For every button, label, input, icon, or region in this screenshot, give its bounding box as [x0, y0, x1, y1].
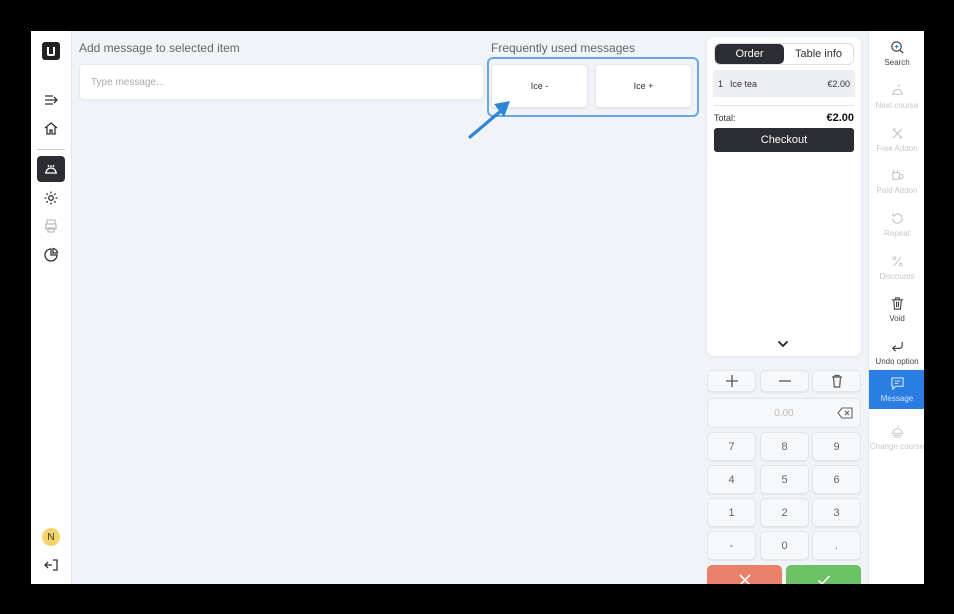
orders-icon[interactable]	[37, 156, 65, 182]
close-icon	[738, 574, 751, 584]
keypad-key[interactable]: 4	[707, 465, 756, 494]
void-label: Void	[889, 313, 905, 323]
repeat-button: Repeat	[869, 204, 924, 244]
order-item-price: €2.00	[827, 78, 850, 89]
settings-icon[interactable]	[37, 185, 65, 211]
trash-icon	[831, 374, 842, 388]
confirm-button[interactable]	[786, 565, 861, 584]
collapse-menu-icon[interactable]	[37, 87, 65, 113]
change-course-button: Change course	[869, 417, 924, 457]
increase-quantity-button[interactable]	[707, 370, 756, 392]
keypad-key[interactable]: 8	[760, 432, 809, 461]
order-panel: Order Table info 1 Ice tea €2.00 Total: …	[707, 37, 861, 356]
discounts-button: Discounts	[869, 247, 924, 287]
device-frame: N Add message to selected item Frequentl…	[0, 0, 954, 614]
total-value: €2.00	[826, 112, 854, 124]
logo-icon	[42, 42, 60, 60]
avatar[interactable]: N	[42, 528, 60, 546]
backspace-icon[interactable]	[837, 407, 853, 419]
pointer-arrow-icon	[468, 101, 510, 139]
message-panel-title: Add message to selected item	[79, 41, 240, 55]
keypad-key[interactable]: 7	[707, 432, 756, 461]
trash-icon	[891, 296, 903, 310]
discounts-label: Discounts	[879, 271, 915, 281]
keypad-key[interactable]: 9	[812, 432, 861, 461]
checkout-button[interactable]: Checkout	[714, 128, 854, 152]
plus-icon	[725, 375, 738, 387]
message-input[interactable]	[79, 64, 484, 100]
keypad-key[interactable]: 5	[760, 465, 809, 494]
search-button[interactable]: Search	[869, 33, 924, 73]
order-total: Total: €2.00	[714, 112, 854, 124]
frequent-messages-title: Frequently used messages	[491, 41, 636, 55]
keypad-key[interactable]: 0	[760, 531, 809, 560]
void-button[interactable]: Void	[869, 289, 924, 329]
tab-table-info[interactable]: Table info	[784, 44, 853, 64]
repeat-label: Repeat	[884, 228, 910, 238]
logout-icon[interactable]	[37, 552, 65, 578]
order-tabs: Order Table info	[714, 43, 854, 65]
paid-addon-button: Paid Addon	[869, 161, 924, 201]
next-course-button: Next course	[869, 76, 924, 116]
search-icon	[890, 40, 904, 54]
printer-icon	[37, 213, 65, 239]
total-divider	[714, 105, 854, 106]
home-icon[interactable]	[37, 115, 65, 141]
right-toolbar: Search Next course Free Addon Paid Addon…	[868, 31, 924, 584]
minus-icon	[778, 380, 791, 382]
chevron-down-icon[interactable]	[776, 339, 790, 349]
total-label: Total:	[714, 113, 736, 123]
message-button[interactable]: Message	[869, 370, 924, 409]
free-addon-button: Free Addon	[869, 119, 924, 159]
percent-icon	[891, 255, 903, 267]
decrease-quantity-button[interactable]	[760, 370, 809, 392]
order-item-name: Ice tea	[730, 78, 758, 89]
keypad-key[interactable]: 6	[812, 465, 861, 494]
free-addon-label: Free Addon	[876, 143, 918, 153]
next-course-icon	[891, 83, 903, 95]
app-screen: N Add message to selected item Frequentl…	[31, 31, 924, 584]
paid-addon-icon	[891, 169, 904, 180]
delete-item-button[interactable]	[812, 370, 861, 392]
undo-option-label: Undo option	[875, 356, 919, 366]
search-label: Search	[884, 57, 910, 67]
order-item-qty: 1	[718, 78, 724, 89]
change-course-icon	[891, 424, 903, 438]
cancel-button[interactable]	[707, 565, 782, 584]
nav-divider	[37, 149, 65, 150]
message-icon	[890, 377, 904, 391]
tab-order[interactable]: Order	[715, 44, 784, 64]
left-nav: N	[31, 31, 72, 584]
keypad-key[interactable]: 3	[812, 498, 861, 527]
repeat-icon	[891, 212, 903, 224]
undo-option-button[interactable]: Undo option	[869, 332, 924, 372]
keypad-key[interactable]: -	[707, 531, 756, 560]
keypad-display: 0.00	[707, 398, 861, 428]
change-course-label: Change course	[869, 441, 924, 451]
next-course-label: Next course	[875, 100, 919, 110]
check-icon	[817, 575, 830, 584]
paid-addon-label: Paid Addon	[876, 185, 918, 195]
frequent-message-button[interactable]: Ice +	[595, 64, 692, 108]
reports-icon[interactable]	[37, 242, 65, 268]
undo-icon	[891, 341, 903, 352]
keypad-display-value: 0.00	[774, 407, 794, 419]
keypad-key[interactable]: .	[812, 531, 861, 560]
free-addon-icon	[891, 127, 903, 139]
message-label: Message	[880, 394, 914, 403]
order-item-row[interactable]: 1 Ice tea €2.00	[713, 70, 855, 97]
keypad-key[interactable]: 1	[707, 498, 756, 527]
keypad-key[interactable]: 2	[760, 498, 809, 527]
